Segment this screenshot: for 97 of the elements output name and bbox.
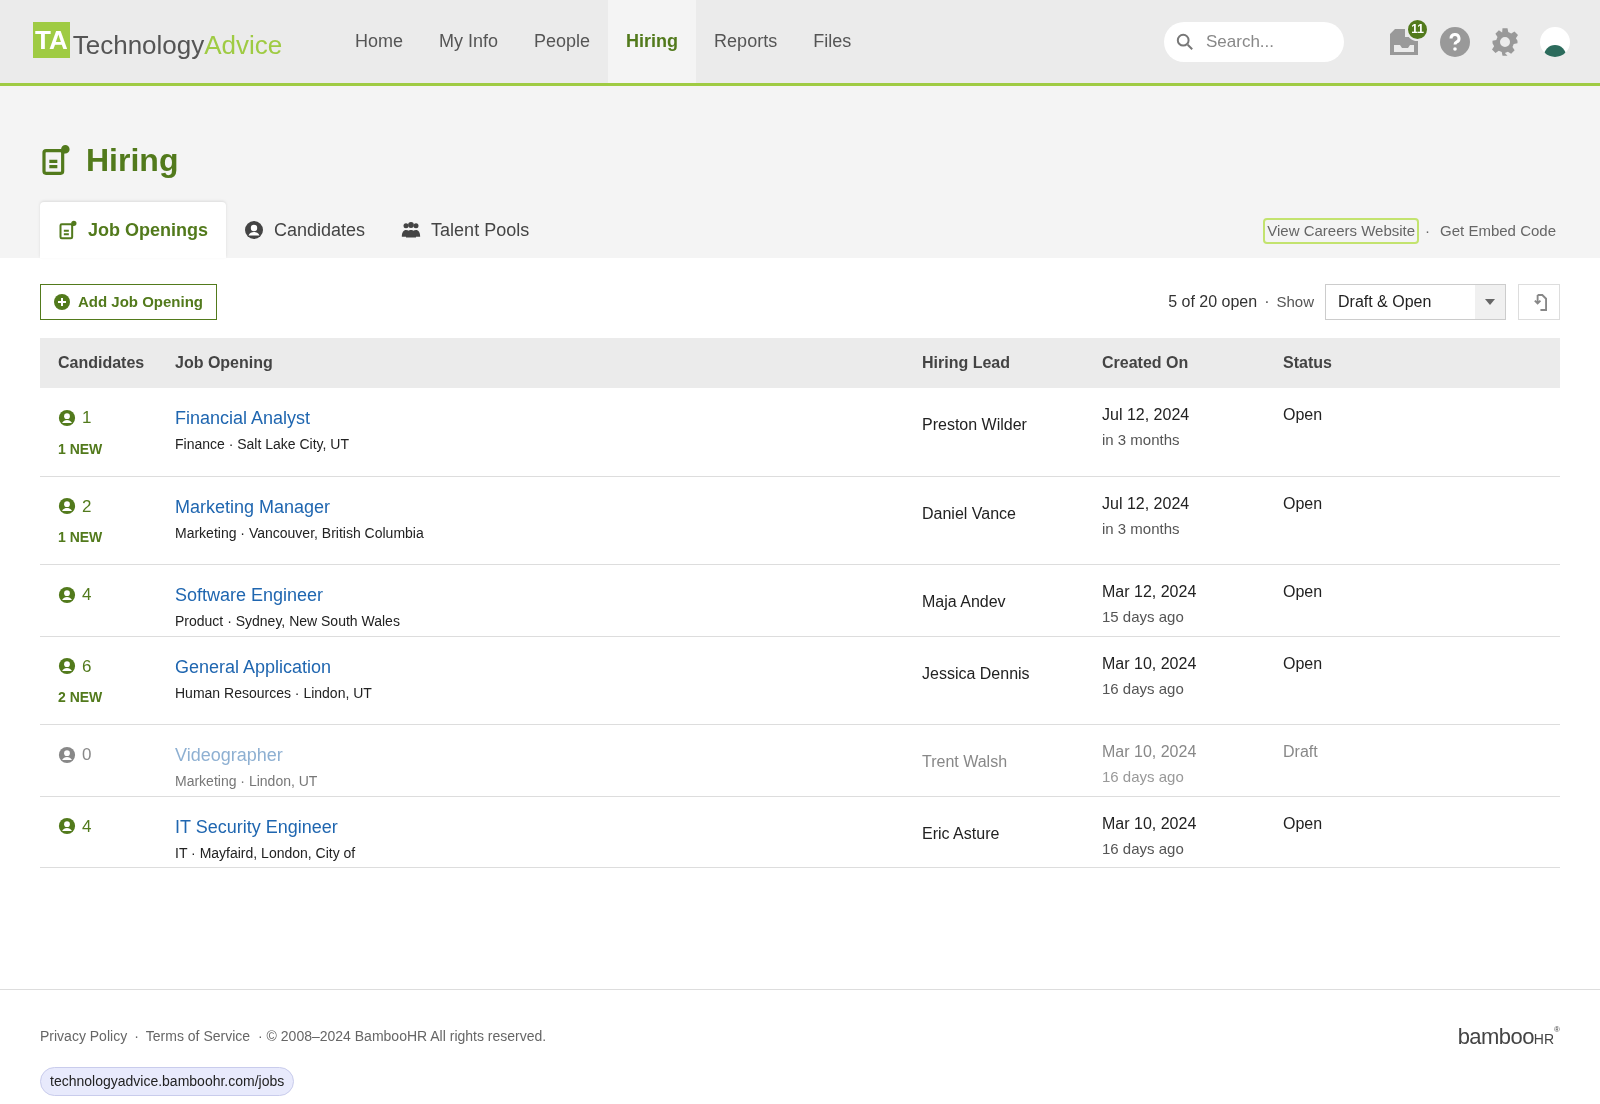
add-job-opening-button[interactable]: Add Job Opening [40, 284, 217, 320]
created-date: Mar 12, 2024 [1102, 582, 1198, 602]
careers-link[interactable]: View Careers Website [1263, 217, 1420, 244]
column-header: Candidates [40, 338, 175, 388]
created-date: Jul 12, 2024 [1102, 405, 1191, 425]
company-logo[interactable]: TA TechnologyAdvice [33, 0, 301, 58]
job-title-link[interactable]: Software Engineer [175, 582, 922, 609]
candidate-count: 4 [82, 584, 92, 606]
job-title-link[interactable]: IT Security Engineer [175, 813, 922, 841]
relative-date: 15 days ago [1102, 607, 1185, 627]
candidate-count: 1 [82, 407, 92, 429]
bamboohr-logo: bambooHR ® [1457, 1023, 1560, 1051]
hiring-lead: Eric Asture [922, 824, 1000, 842]
person-icon [58, 745, 76, 764]
nav-link[interactable]: Hiring [608, 0, 697, 83]
job-location: Finance · Salt Lake City, UT [175, 435, 351, 454]
footer-link[interactable]: Terms of Service [145, 1026, 251, 1047]
footer-link[interactable]: Privacy Policy [40, 1026, 128, 1047]
candidate-count: 2 [82, 495, 92, 518]
column-header: Job Opening [175, 338, 922, 388]
person-icon [244, 220, 264, 240]
export-button[interactable] [1518, 284, 1560, 320]
open-count: 5 of 20 open [1168, 292, 1258, 312]
separator-dot: · [134, 1027, 139, 1046]
job-location: IT · Mayfaird, London, City of [175, 843, 357, 863]
relative-date: 16 days ago [1102, 838, 1185, 859]
job-title-link[interactable]: General Application [175, 653, 922, 681]
notification-badge: 11 [1406, 17, 1429, 41]
hiring-lead: Jessica Dennis [922, 664, 1030, 682]
relative-date: in 3 months [1102, 430, 1181, 450]
logo-word: Advice [204, 32, 283, 58]
person-icon [58, 585, 76, 604]
candidate-count: 6 [82, 655, 92, 678]
status-text: Open [1283, 583, 1323, 600]
job-location: Product · Sydney, New South Wales [175, 612, 401, 631]
separator-dot: · [1264, 292, 1270, 312]
search-icon [1176, 32, 1194, 51]
created-date: Mar 10, 2024 [1102, 653, 1198, 674]
column-header: Status [1283, 338, 1560, 388]
embed-code-link[interactable]: Get Embed Code [1436, 219, 1560, 242]
created-date: Jul 12, 2024 [1102, 493, 1191, 514]
person-icon [58, 408, 76, 427]
status-url: technologyadvice.bamboohr.com/jobs [40, 1067, 295, 1096]
relative-date: 16 days ago [1102, 678, 1185, 699]
settings-icon[interactable] [1490, 26, 1520, 57]
person-icon [58, 497, 76, 516]
copyright-text: · © 2008–2024 BambooHR All rights reserved. [258, 1027, 547, 1046]
relative-date: in 3 months [1102, 518, 1181, 539]
logo-mark: TA [33, 22, 70, 58]
new-count: 1 NEW [58, 528, 104, 547]
nav-link[interactable]: Files [795, 0, 870, 83]
nav-link[interactable]: Reports [696, 0, 796, 83]
job-title-link[interactable]: Financial Analyst [175, 405, 922, 432]
plus-circle-icon [54, 294, 70, 310]
search-field[interactable]: Search... [1164, 21, 1344, 62]
new-count: 1 NEW [58, 439, 104, 459]
hiring-lead: Maja Andev [922, 593, 1006, 610]
job-location: Marketing · Vancouver, British Columbia [175, 523, 425, 543]
created-date: Mar 10, 2024 [1102, 813, 1198, 834]
tab[interactable]: Talent Pools [383, 202, 548, 258]
status-text: Open [1283, 494, 1323, 512]
file-download-icon [1531, 293, 1547, 311]
hiring-lead: Daniel Vance [922, 504, 1016, 522]
help-icon[interactable] [1440, 26, 1470, 57]
job-location: Human Resources · Lindon, UT [175, 683, 373, 703]
job-title-link[interactable]: Marketing Manager [175, 493, 922, 521]
nav-link[interactable]: My Info [421, 0, 517, 83]
caret-icon [1485, 299, 1495, 305]
group-icon [401, 220, 422, 240]
status-text: Draft [1283, 743, 1318, 760]
tab[interactable]: Candidates [226, 202, 384, 258]
clipboard-pin-icon [40, 143, 72, 177]
filter-dropdown[interactable]: Draft & Open [1325, 284, 1506, 320]
nav-link[interactable]: Home [337, 0, 421, 83]
person-icon [58, 817, 76, 836]
tab[interactable]: Job Openings [40, 202, 226, 258]
page-title: Hiring [86, 141, 179, 180]
hiring-lead: Trent Walsh [922, 753, 1008, 770]
hiring-lead: Preston Wilder [922, 416, 1027, 433]
created-date: Mar 10, 2024 [1102, 742, 1198, 762]
status-text: Open [1283, 406, 1323, 423]
status-text: Open [1283, 654, 1323, 672]
avatar[interactable] [1540, 26, 1570, 57]
column-header: Created On [1102, 338, 1283, 388]
nav-link[interactable]: People [516, 0, 609, 83]
job-location: Marketing · Lindon, UT [175, 772, 319, 791]
status-text: Open [1283, 814, 1323, 832]
clipboard-pin-icon [58, 220, 78, 240]
column-header: Hiring Lead [922, 338, 1102, 388]
separator-dot: · [1425, 220, 1431, 241]
show-label: Show [1276, 291, 1314, 312]
new-count: 2 NEW [58, 688, 104, 707]
candidate-count: 4 [82, 815, 92, 838]
logo-word: Technology [72, 32, 205, 58]
relative-date: 16 days ago [1102, 767, 1185, 787]
candidate-count: 0 [82, 744, 92, 766]
person-icon [58, 657, 76, 676]
